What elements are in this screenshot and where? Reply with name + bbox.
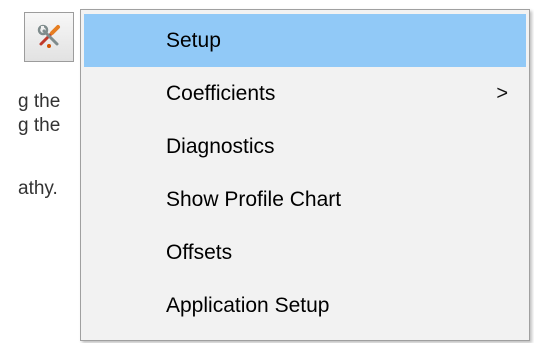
screen: g the g the athy. Setup Coefficients > D… xyxy=(0,0,534,343)
menu-item-label: Show Profile Chart xyxy=(166,187,342,211)
menu-item-label: Diagnostics xyxy=(166,134,275,158)
background-text-line: g the xyxy=(18,115,61,136)
context-menu: Setup Coefficients > Diagnostics Show Pr… xyxy=(80,9,530,341)
menu-item-application-setup[interactable]: Application Setup xyxy=(84,279,526,332)
menu-item-offsets[interactable]: Offsets xyxy=(84,226,526,279)
background-text-line: g the xyxy=(18,91,61,112)
menu-item-setup[interactable]: Setup xyxy=(84,14,526,67)
tools-button[interactable] xyxy=(24,12,74,62)
menu-item-label: Setup xyxy=(166,28,221,52)
menu-item-diagnostics[interactable]: Diagnostics xyxy=(84,120,526,173)
wrench-screwdriver-icon xyxy=(34,20,64,55)
background-text-line: athy. xyxy=(18,178,58,199)
menu-item-label: Offsets xyxy=(166,240,233,264)
menu-item-label: Application Setup xyxy=(166,293,330,317)
chevron-right-icon: > xyxy=(496,82,508,104)
menu-item-label: Coefficients xyxy=(166,81,276,105)
menu-item-coefficients[interactable]: Coefficients > xyxy=(84,67,526,120)
menu-item-show-profile-chart[interactable]: Show Profile Chart xyxy=(84,173,526,226)
